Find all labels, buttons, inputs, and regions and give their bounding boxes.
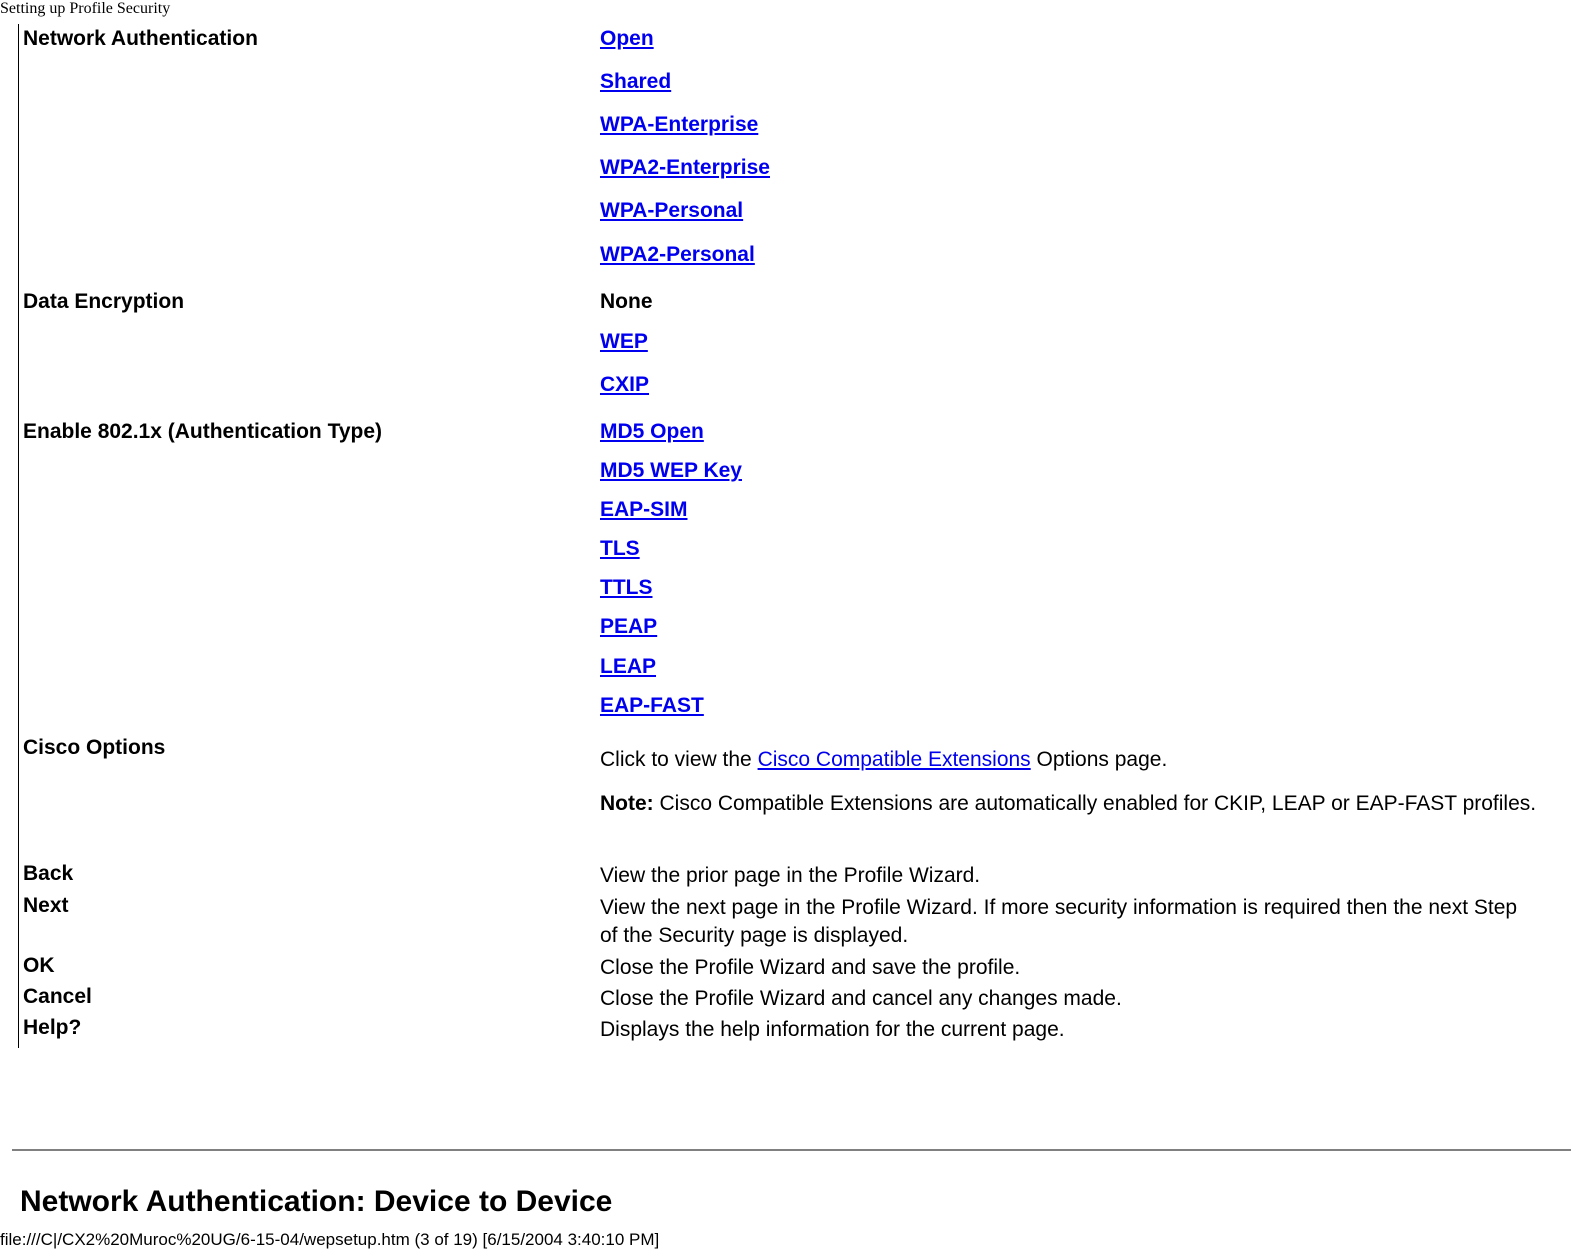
- link-tls[interactable]: TLS: [600, 537, 640, 561]
- settings-table: Network Authentication Open Shared WPA-E…: [18, 24, 1571, 1048]
- link-wpa-enterprise[interactable]: WPA-Enterprise: [600, 113, 758, 137]
- link-wpa2-personal[interactable]: WPA2-Personal: [600, 243, 755, 267]
- button-description: Displays the help information for the cu…: [600, 1018, 1065, 1041]
- cisco-note: Note: Cisco Compatible Extensions are au…: [600, 790, 1570, 818]
- text-after: Options page.: [1030, 748, 1168, 771]
- page-footer: file:///C|/CX2%20Muroc%20UG/6-15-04/weps…: [0, 1230, 660, 1249]
- button-label-help: Help?: [23, 1016, 82, 1039]
- link-eap-sim[interactable]: EAP-SIM: [600, 498, 688, 522]
- button-description: View the next page in the Profile Wizard…: [600, 896, 1518, 947]
- button-description: Close the Profile Wizard and cancel any …: [600, 987, 1122, 1010]
- horizontal-divider: [12, 1149, 1571, 1151]
- link-open[interactable]: Open: [600, 27, 654, 51]
- button-label-ok: OK: [23, 954, 55, 977]
- row-label: Network Authentication: [23, 27, 258, 50]
- text-before: Click to view the: [600, 748, 758, 771]
- link-shared[interactable]: Shared: [600, 70, 671, 94]
- link-cisco-compatible-extensions[interactable]: Cisco Compatible Extensions: [758, 748, 1031, 771]
- option-none: None: [600, 290, 653, 313]
- link-eap-fast[interactable]: EAP-FAST: [600, 694, 704, 718]
- button-description: View the prior page in the Profile Wizar…: [600, 864, 981, 887]
- page-header-title: Setting up Profile Security: [0, 0, 171, 17]
- link-md5-open[interactable]: MD5 Open: [600, 420, 704, 444]
- section-title: Network Authentication: Device to Device: [20, 1185, 613, 1218]
- link-leap[interactable]: LEAP: [600, 655, 656, 679]
- button-label-back: Back: [23, 862, 74, 885]
- link-md5-wep-key[interactable]: MD5 WEP Key: [600, 459, 742, 483]
- link-wpa-personal[interactable]: WPA-Personal: [600, 199, 743, 223]
- button-label-next: Next: [23, 894, 69, 917]
- cisco-options-text: Click to view the Cisco Compatible Exten…: [600, 746, 1570, 774]
- row-label: Enable 802.1x (Authentication Type): [23, 420, 383, 443]
- link-ttls[interactable]: TTLS: [600, 576, 653, 600]
- note-label: Note:: [600, 792, 654, 815]
- note-text: Cisco Compatible Extensions are automati…: [653, 792, 1537, 815]
- row-label: Data Encryption: [23, 290, 185, 313]
- link-cxip[interactable]: CXIP: [600, 373, 649, 397]
- link-wep[interactable]: WEP: [600, 330, 648, 354]
- link-wpa2-enterprise[interactable]: WPA2-Enterprise: [600, 156, 770, 180]
- link-peap[interactable]: PEAP: [600, 615, 657, 639]
- button-label-cancel: Cancel: [23, 985, 92, 1008]
- row-label: Cisco Options: [23, 736, 166, 759]
- button-description: Close the Profile Wizard and save the pr…: [600, 956, 1021, 979]
